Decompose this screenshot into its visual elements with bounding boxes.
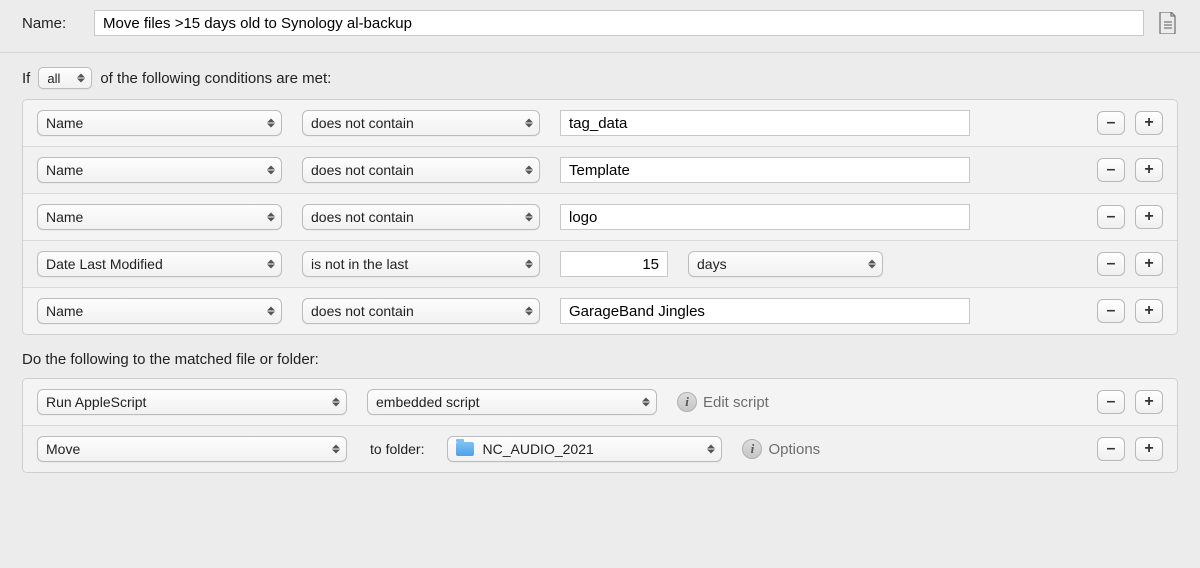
name-row: Name: bbox=[0, 0, 1200, 53]
conditions-section: If all of the following conditions are m… bbox=[0, 53, 1200, 477]
condition-row: Name does not contain – + bbox=[23, 147, 1177, 194]
action-row: Move to folder: NC_AUDIO_2021 i Options … bbox=[23, 426, 1177, 472]
condition-operator-select[interactable]: does not contain bbox=[302, 204, 540, 230]
select-value: is not in the last bbox=[311, 256, 408, 272]
remove-action-button[interactable]: – bbox=[1097, 390, 1125, 414]
select-value: does not contain bbox=[311, 303, 414, 319]
action-script-select[interactable]: embedded script bbox=[367, 389, 657, 415]
edit-script-label: Edit script bbox=[703, 394, 769, 411]
select-value: does not contain bbox=[311, 162, 414, 178]
updown-icon bbox=[523, 166, 535, 175]
name-label: Name: bbox=[22, 15, 80, 32]
actions-list: Run AppleScript embedded script i Edit s… bbox=[22, 378, 1178, 473]
condition-attribute-select[interactable]: Name bbox=[37, 204, 282, 230]
actions-caption: Do the following to the matched file or … bbox=[22, 351, 1178, 368]
condition-row: Name does not contain – + bbox=[23, 100, 1177, 147]
updown-icon bbox=[705, 445, 717, 454]
select-value: Run AppleScript bbox=[46, 394, 146, 410]
select-value: days bbox=[697, 256, 727, 272]
select-value: Date Last Modified bbox=[46, 256, 163, 272]
remove-condition-button[interactable]: – bbox=[1097, 252, 1125, 276]
condition-attribute-select[interactable]: Name bbox=[37, 298, 282, 324]
updown-icon bbox=[330, 398, 342, 407]
condition-operator-select[interactable]: is not in the last bbox=[302, 251, 540, 277]
condition-attribute-select[interactable]: Name bbox=[37, 110, 282, 136]
condition-operator-select[interactable]: does not contain bbox=[302, 298, 540, 324]
remove-action-button[interactable]: – bbox=[1097, 437, 1125, 461]
rule-name-input[interactable] bbox=[94, 10, 1144, 36]
updown-icon bbox=[523, 119, 535, 128]
options-link[interactable]: i Options bbox=[742, 439, 820, 459]
updown-icon bbox=[523, 307, 535, 316]
condition-attribute-select[interactable]: Name bbox=[37, 157, 282, 183]
notes-icon[interactable] bbox=[1158, 11, 1178, 35]
remove-condition-button[interactable]: – bbox=[1097, 111, 1125, 135]
info-icon: i bbox=[742, 439, 762, 459]
condition-attribute-select[interactable]: Date Last Modified bbox=[37, 251, 282, 277]
updown-icon bbox=[523, 260, 535, 269]
if-label-post: of the following conditions are met: bbox=[100, 70, 331, 87]
folder-icon bbox=[456, 442, 474, 456]
add-condition-button[interactable]: + bbox=[1135, 252, 1163, 276]
conditions-list: Name does not contain – + Name does not … bbox=[22, 99, 1178, 335]
condition-row: Name does not contain – + bbox=[23, 288, 1177, 334]
condition-value-input[interactable] bbox=[560, 204, 970, 230]
add-action-button[interactable]: + bbox=[1135, 437, 1163, 461]
remove-condition-button[interactable]: – bbox=[1097, 299, 1125, 323]
to-folder-label: to folder: bbox=[367, 441, 427, 457]
condition-value-input[interactable] bbox=[560, 110, 970, 136]
updown-icon bbox=[75, 74, 87, 83]
if-scope-select[interactable]: all bbox=[38, 67, 92, 89]
select-value: Move bbox=[46, 441, 80, 457]
destination-folder-select[interactable]: NC_AUDIO_2021 bbox=[447, 436, 722, 462]
updown-icon bbox=[330, 445, 342, 454]
condition-value-input[interactable] bbox=[560, 157, 970, 183]
action-type-select[interactable]: Run AppleScript bbox=[37, 389, 347, 415]
add-condition-button[interactable]: + bbox=[1135, 158, 1163, 182]
updown-icon bbox=[265, 119, 277, 128]
select-value: NC_AUDIO_2021 bbox=[482, 441, 593, 457]
select-value: does not contain bbox=[311, 115, 414, 131]
updown-icon bbox=[523, 213, 535, 222]
remove-condition-button[interactable]: – bbox=[1097, 205, 1125, 229]
add-condition-button[interactable]: + bbox=[1135, 111, 1163, 135]
info-icon: i bbox=[677, 392, 697, 412]
select-value: Name bbox=[46, 209, 83, 225]
select-value: embedded script bbox=[376, 394, 480, 410]
updown-icon bbox=[265, 260, 277, 269]
remove-condition-button[interactable]: – bbox=[1097, 158, 1125, 182]
add-condition-button[interactable]: + bbox=[1135, 299, 1163, 323]
updown-icon bbox=[866, 260, 878, 269]
edit-script-link[interactable]: i Edit script bbox=[677, 392, 769, 412]
updown-icon bbox=[640, 398, 652, 407]
conditions-header: If all of the following conditions are m… bbox=[22, 67, 1178, 89]
condition-operator-select[interactable]: does not contain bbox=[302, 110, 540, 136]
condition-row: Date Last Modified is not in the last da… bbox=[23, 241, 1177, 288]
add-condition-button[interactable]: + bbox=[1135, 205, 1163, 229]
select-value: Name bbox=[46, 303, 83, 319]
if-scope-value: all bbox=[47, 71, 60, 86]
if-label-pre: If bbox=[22, 70, 30, 87]
options-label: Options bbox=[768, 441, 820, 458]
select-value: Name bbox=[46, 115, 83, 131]
updown-icon bbox=[265, 307, 277, 316]
select-value: does not contain bbox=[311, 209, 414, 225]
condition-number-input[interactable] bbox=[560, 251, 668, 277]
select-value: Name bbox=[46, 162, 83, 178]
add-action-button[interactable]: + bbox=[1135, 390, 1163, 414]
action-type-select[interactable]: Move bbox=[37, 436, 347, 462]
condition-unit-select[interactable]: days bbox=[688, 251, 883, 277]
action-row: Run AppleScript embedded script i Edit s… bbox=[23, 379, 1177, 426]
updown-icon bbox=[265, 166, 277, 175]
updown-icon bbox=[265, 213, 277, 222]
condition-row: Name does not contain – + bbox=[23, 194, 1177, 241]
condition-value-input[interactable] bbox=[560, 298, 970, 324]
condition-operator-select[interactable]: does not contain bbox=[302, 157, 540, 183]
